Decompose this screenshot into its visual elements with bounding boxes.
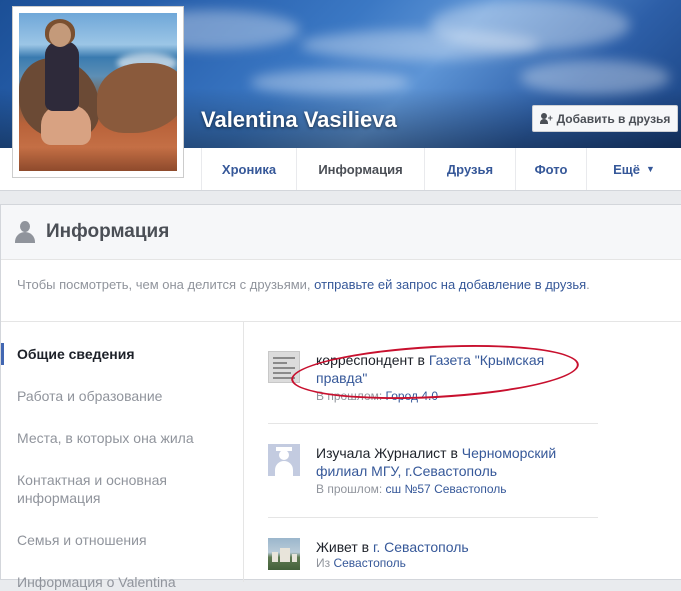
user-icon <box>15 221 35 243</box>
tab-photos[interactable]: Фото <box>515 148 586 190</box>
send-friend-request-link[interactable]: отправьте ей запрос на добавление в друз… <box>314 277 586 292</box>
avatar <box>19 13 177 171</box>
list-item: корреспондент в Газета "Крымская правда"… <box>268 351 598 403</box>
tab-about[interactable]: Информация <box>296 148 424 190</box>
profile-picture[interactable] <box>12 6 184 178</box>
add-friend-icon: + <box>539 112 553 125</box>
past-employer-link[interactable]: Город 4.0 <box>386 389 438 403</box>
nav-overview[interactable]: Общие сведения <box>17 345 227 363</box>
current-city-link[interactable]: г. Севастополь <box>373 539 469 555</box>
nav-contact-info[interactable]: Контактная и основная информация <box>17 471 227 507</box>
nav-places-lived[interactable]: Места, в которых она жила <box>17 429 227 447</box>
about-sidenav: Общие сведения Работа и образование Мест… <box>1 322 244 590</box>
hometown: Из Севастополь <box>316 556 406 570</box>
add-friend-button[interactable]: + Добавить в друзья <box>532 105 678 132</box>
caret-down-icon: ▼ <box>645 164 655 174</box>
newspaper-thumbnail[interactable] <box>268 351 300 383</box>
privacy-notice: Чтобы посмотреть, чем она делится с друз… <box>1 260 681 322</box>
nav-details[interactable]: Информация о Valentina <box>17 573 227 591</box>
active-nav-marker <box>1 343 4 365</box>
lives-entry: Живет в г. Севастополь <box>316 539 469 555</box>
nav-family[interactable]: Семья и отношения <box>17 531 227 549</box>
section-title: Информация <box>46 221 170 242</box>
city-thumbnail[interactable] <box>268 538 300 570</box>
list-item: Живет в г. Севастополь Из Севастополь <box>268 538 598 570</box>
list-item: Изучала Журналист в Черноморский филиал … <box>268 444 598 496</box>
work-entry: корреспондент в Газета "Крымская правда" <box>316 352 545 386</box>
tab-more[interactable]: Ещё ▼ <box>586 148 681 190</box>
education-entry: Изучала Журналист в Черноморский филиал … <box>316 445 557 479</box>
tab-friends[interactable]: Друзья <box>424 148 515 190</box>
past-school-link[interactable]: сш №57 Севастополь <box>386 482 507 496</box>
divider <box>268 517 598 518</box>
divider <box>268 423 598 424</box>
work-past: В прошлом: Город 4.0 <box>316 389 439 403</box>
section-header: Информация <box>1 205 681 260</box>
add-friend-label: Добавить в друзья <box>556 111 671 126</box>
hometown-link[interactable]: Севастополь <box>333 556 405 570</box>
nav-work-education[interactable]: Работа и образование <box>17 387 227 405</box>
school-thumbnail[interactable] <box>268 444 300 476</box>
tab-timeline[interactable]: Хроника <box>201 148 296 190</box>
education-past: В прошлом: сш №57 Севастополь <box>316 482 507 496</box>
profile-name[interactable]: Valentina Vasilieva <box>201 107 397 133</box>
